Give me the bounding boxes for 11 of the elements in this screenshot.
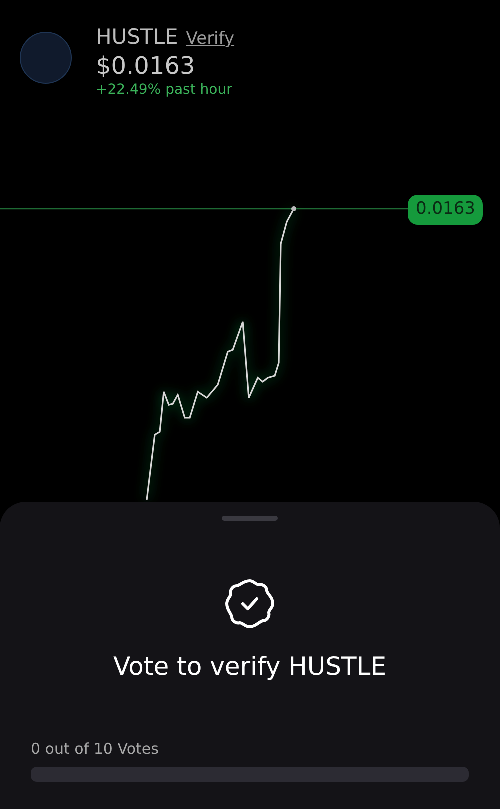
chart-end-dot bbox=[292, 206, 296, 212]
verified-badge-icon bbox=[223, 577, 277, 631]
avatar-circle bbox=[20, 32, 72, 84]
sheet-title: Vote to verify HUSTLE bbox=[112, 651, 388, 683]
price-tag: 0.0163 bbox=[408, 195, 484, 224]
token-symbol: HUSTLE bbox=[96, 27, 178, 48]
sheet-handle[interactable] bbox=[222, 516, 278, 521]
token-price: $0.0163 bbox=[96, 52, 196, 80]
price-change: +22.49% past hour bbox=[96, 81, 234, 100]
votes-count: 0 out of 10 Votes bbox=[31, 738, 160, 760]
verify-link[interactable]: Verify bbox=[186, 27, 235, 52]
